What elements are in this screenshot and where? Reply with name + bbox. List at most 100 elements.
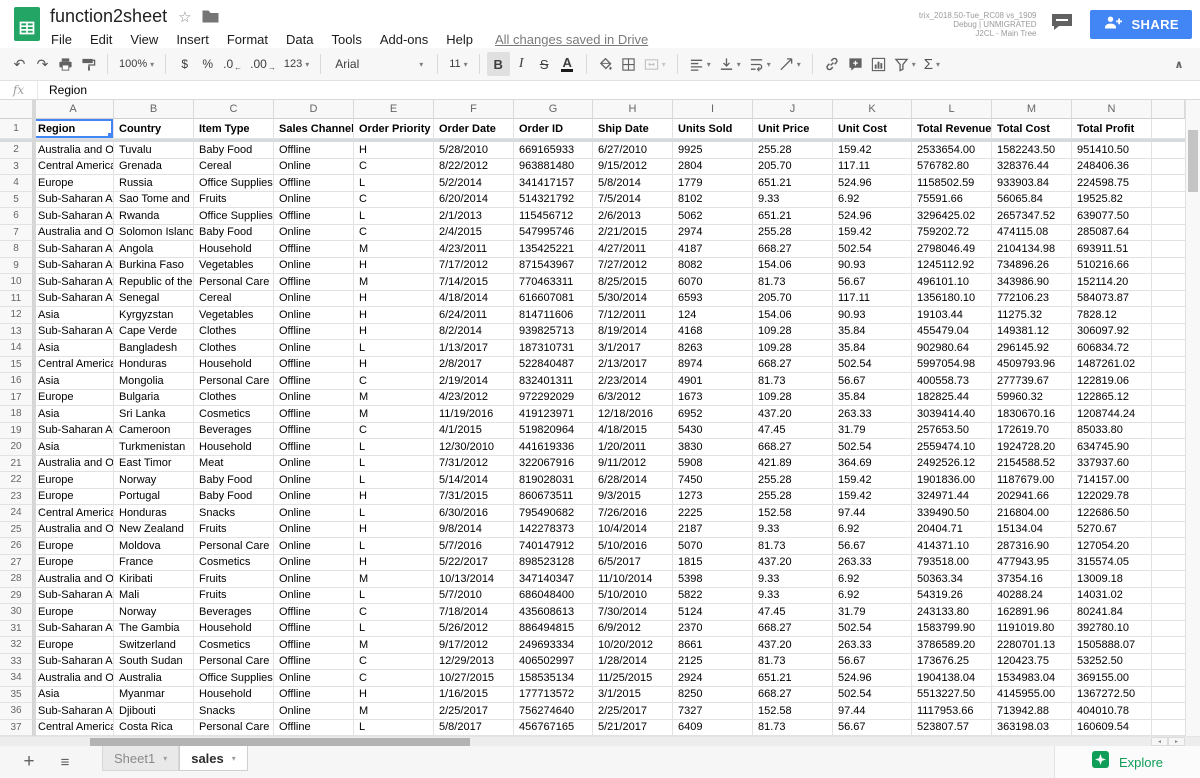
cell-H36[interactable]: 2/25/2017 xyxy=(593,703,673,720)
cell-N28[interactable]: 13009.18 xyxy=(1072,571,1152,588)
cell-B4[interactable]: Russia xyxy=(114,175,194,192)
empty-cell[interactable] xyxy=(1152,555,1185,572)
empty-cell[interactable] xyxy=(1152,654,1185,671)
merge-cells-button[interactable] xyxy=(640,52,670,76)
cell-A24[interactable]: Central America xyxy=(33,505,114,522)
share-button[interactable]: SHARE xyxy=(1090,10,1192,39)
cell-L34[interactable]: 1904138.04 xyxy=(912,670,992,687)
cell-G3[interactable]: 963881480 xyxy=(514,159,593,176)
cell-K30[interactable]: 31.79 xyxy=(833,604,912,621)
cell-I17[interactable]: 1673 xyxy=(673,390,753,407)
empty-cell[interactable] xyxy=(1152,621,1185,638)
cell-A21[interactable]: Australia and Oc xyxy=(33,456,114,473)
cell-M18[interactable]: 1830670.16 xyxy=(992,406,1072,423)
cell-J29[interactable]: 9.33 xyxy=(753,588,833,605)
cell-B13[interactable]: Cape Verde xyxy=(114,324,194,341)
cell-A29[interactable]: Sub-Saharan Afr xyxy=(33,588,114,605)
cell-C19[interactable]: Beverages xyxy=(194,423,274,440)
cell-E34[interactable]: C xyxy=(354,670,434,687)
cell-H18[interactable]: 12/18/2016 xyxy=(593,406,673,423)
row-header-33[interactable]: 33 xyxy=(0,654,33,671)
cell-C28[interactable]: Fruits xyxy=(194,571,274,588)
cell-D29[interactable]: Online xyxy=(274,588,354,605)
tab-dropdown-caret-icon[interactable] xyxy=(232,754,236,763)
cell-G32[interactable]: 249693334 xyxy=(514,637,593,654)
star-icon[interactable] xyxy=(173,8,196,26)
menu-file[interactable]: File xyxy=(50,31,81,49)
cell-K33[interactable]: 56.67 xyxy=(833,654,912,671)
cell-D30[interactable]: Offline xyxy=(274,604,354,621)
row-header-7[interactable]: 7 xyxy=(0,225,33,242)
empty-cell[interactable] xyxy=(1152,571,1185,588)
cell-M23[interactable]: 202941.66 xyxy=(992,489,1072,506)
cell-L8[interactable]: 2798046.49 xyxy=(912,241,992,258)
cell-A3[interactable]: Central America xyxy=(33,159,114,176)
cell-H20[interactable]: 1/20/2011 xyxy=(593,439,673,456)
cell-C29[interactable]: Fruits xyxy=(194,588,274,605)
cell-K11[interactable]: 117.11 xyxy=(833,291,912,308)
cell-G37[interactable]: 456767165 xyxy=(514,720,593,737)
cell-J24[interactable]: 152.58 xyxy=(753,505,833,522)
cell-D6[interactable]: Offline xyxy=(274,208,354,225)
cell-A11[interactable]: Sub-Saharan Afr xyxy=(33,291,114,308)
cell-A26[interactable]: Europe xyxy=(33,538,114,555)
cell-E9[interactable]: H xyxy=(354,258,434,275)
cell-G9[interactable]: 871543967 xyxy=(514,258,593,275)
cell-G30[interactable]: 435608613 xyxy=(514,604,593,621)
cell-E10[interactable]: M xyxy=(354,274,434,291)
cell-K14[interactable]: 35.84 xyxy=(833,340,912,357)
cell-C4[interactable]: Office Supplies xyxy=(194,175,274,192)
cell-A1[interactable]: Region xyxy=(33,119,114,139)
format-currency-button[interactable]: $ xyxy=(173,52,196,76)
cell-J10[interactable]: 81.73 xyxy=(753,274,833,291)
cell-F37[interactable]: 5/8/2017 xyxy=(434,720,514,737)
empty-cell[interactable] xyxy=(1152,670,1185,687)
cell-G12[interactable]: 814711606 xyxy=(514,307,593,324)
row-header-29[interactable]: 29 xyxy=(0,588,33,605)
row-header-9[interactable]: 9 xyxy=(0,258,33,275)
cell-I34[interactable]: 2924 xyxy=(673,670,753,687)
cell-F11[interactable]: 4/18/2014 xyxy=(434,291,514,308)
cell-J23[interactable]: 255.28 xyxy=(753,489,833,506)
cell-A9[interactable]: Sub-Saharan Afr xyxy=(33,258,114,275)
cell-E5[interactable]: C xyxy=(354,192,434,209)
cell-E3[interactable]: C xyxy=(354,159,434,176)
document-title[interactable]: function2sheet xyxy=(50,6,167,27)
cell-D4[interactable]: Offline xyxy=(274,175,354,192)
cell-E6[interactable]: L xyxy=(354,208,434,225)
cell-D31[interactable]: Offline xyxy=(274,621,354,638)
cell-D19[interactable]: Offline xyxy=(274,423,354,440)
empty-cell[interactable] xyxy=(1152,241,1185,258)
cell-M20[interactable]: 1924728.20 xyxy=(992,439,1072,456)
cell-D2[interactable]: Offline xyxy=(274,142,354,159)
cell-D23[interactable]: Online xyxy=(274,489,354,506)
cell-E32[interactable]: M xyxy=(354,637,434,654)
cell-L33[interactable]: 173676.25 xyxy=(912,654,992,671)
cell-L4[interactable]: 1158502.59 xyxy=(912,175,992,192)
cell-F24[interactable]: 6/30/2016 xyxy=(434,505,514,522)
cell-L22[interactable]: 1901836.00 xyxy=(912,472,992,489)
column-header-B[interactable]: B xyxy=(114,100,194,119)
cell-L35[interactable]: 5513227.50 xyxy=(912,687,992,704)
row-header-18[interactable]: 18 xyxy=(0,406,33,423)
cell-F4[interactable]: 5/2/2014 xyxy=(434,175,514,192)
empty-cell[interactable] xyxy=(1152,720,1185,737)
cell-J36[interactable]: 152.58 xyxy=(753,703,833,720)
cell-B37[interactable]: Costa Rica xyxy=(114,720,194,737)
formula-input[interactable]: Region xyxy=(38,81,87,99)
cell-M28[interactable]: 37354.16 xyxy=(992,571,1072,588)
text-color-button[interactable]: A xyxy=(556,52,579,76)
cell-I37[interactable]: 6409 xyxy=(673,720,753,737)
cell-J5[interactable]: 9.33 xyxy=(753,192,833,209)
cell-A7[interactable]: Australia and Oc xyxy=(33,225,114,242)
cell-J3[interactable]: 205.70 xyxy=(753,159,833,176)
empty-cell[interactable] xyxy=(1152,472,1185,489)
cell-B17[interactable]: Bulgaria xyxy=(114,390,194,407)
cell-B2[interactable]: Tuvalu xyxy=(114,142,194,159)
cell-M27[interactable]: 477943.95 xyxy=(992,555,1072,572)
cell-H2[interactable]: 6/27/2010 xyxy=(593,142,673,159)
cell-G35[interactable]: 177713572 xyxy=(514,687,593,704)
cell-I36[interactable]: 7327 xyxy=(673,703,753,720)
cell-L17[interactable]: 182825.44 xyxy=(912,390,992,407)
empty-cell[interactable] xyxy=(1152,588,1185,605)
